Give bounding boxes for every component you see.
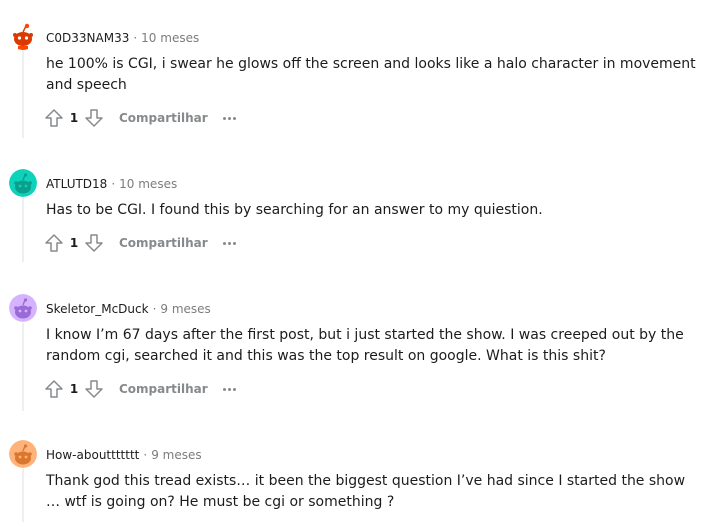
upvote-button[interactable] (42, 231, 66, 255)
comment-actions: 1 Compartilhar (42, 231, 240, 255)
comment-actions: 1 Compartilhar (42, 106, 240, 130)
thread-line[interactable] (22, 469, 24, 522)
upvote-arrow-icon (45, 234, 63, 252)
separator: · (133, 31, 138, 45)
downvote-button[interactable] (82, 231, 106, 255)
comment-meta: How-abouttttttt · 9 meses (46, 447, 202, 463)
downvote-arrow-icon (85, 234, 103, 252)
more-options-icon[interactable] (220, 108, 240, 128)
comment-body: Has to be CGI. I found this by searching… (46, 202, 543, 218)
comment: How-abouttttttt · 9 meses Thank god this t… (0, 417, 712, 522)
share-button[interactable]: Compartilhar (115, 380, 212, 398)
comment: C0D33NAM33 · 10 meses he 100% is CGI, i sw… (0, 0, 712, 146)
more-options-icon[interactable] (220, 379, 240, 399)
avatar[interactable] (9, 169, 37, 197)
share-button[interactable]: Compartilhar (115, 109, 212, 127)
vote-count: 1 (69, 236, 79, 250)
separator: · (111, 177, 116, 191)
comment-body: Thank god this tread exists… it been the… (46, 473, 686, 510)
reddit-snoo-icon (9, 440, 37, 468)
comment-body: I know I’m 67 days after the first post,… (46, 327, 684, 364)
downvote-button[interactable] (82, 106, 106, 130)
downvote-button[interactable] (82, 377, 106, 401)
thread-line[interactable] (22, 323, 24, 411)
upvote-arrow-icon (45, 380, 63, 398)
timestamp[interactable]: 10 meses (141, 31, 199, 45)
comment-thread: C0D33NAM33 · 10 meses he 100% is CGI, i sw… (0, 0, 712, 522)
more-options-icon[interactable] (220, 233, 240, 253)
timestamp[interactable]: 9 meses (151, 448, 201, 462)
comment: Skeletor_McDuck · 9 meses I know I’m 67 da… (0, 271, 712, 417)
username[interactable]: Skeletor_McDuck (46, 302, 149, 316)
avatar[interactable] (9, 294, 37, 322)
reddit-snoo-icon (9, 22, 37, 50)
vote-count: 1 (69, 111, 79, 125)
upvote-button[interactable] (42, 106, 66, 130)
avatar[interactable] (9, 440, 37, 468)
avatar[interactable] (9, 22, 37, 50)
upvote-button[interactable] (42, 377, 66, 401)
thread-line[interactable] (22, 198, 24, 262)
reddit-snoo-icon (9, 169, 37, 197)
downvote-arrow-icon (85, 109, 103, 127)
downvote-arrow-icon (85, 380, 103, 398)
thread-line[interactable] (22, 50, 24, 138)
comment-meta: ATLUTD18 · 10 meses (46, 176, 177, 192)
username[interactable]: C0D33NAM33 (46, 31, 129, 45)
timestamp[interactable]: 9 meses (160, 302, 210, 316)
vote-count: 1 (69, 382, 79, 396)
comment-body: he 100% is CGI, i swear he glows off the… (46, 56, 696, 93)
upvote-arrow-icon (45, 109, 63, 127)
separator: · (143, 448, 148, 462)
comment: ATLUTD18 · 10 meses Has to be CGI. I found… (0, 146, 712, 271)
comment-meta: Skeletor_McDuck · 9 meses (46, 301, 211, 317)
share-button[interactable]: Compartilhar (115, 234, 212, 252)
reddit-snoo-icon (9, 294, 37, 322)
timestamp[interactable]: 10 meses (119, 177, 177, 191)
separator: · (152, 302, 157, 316)
username[interactable]: How-abouttttttt (46, 448, 139, 462)
comment-meta: C0D33NAM33 · 10 meses (46, 30, 199, 46)
username[interactable]: ATLUTD18 (46, 177, 107, 191)
comment-actions: 1 Compartilhar (42, 377, 240, 401)
